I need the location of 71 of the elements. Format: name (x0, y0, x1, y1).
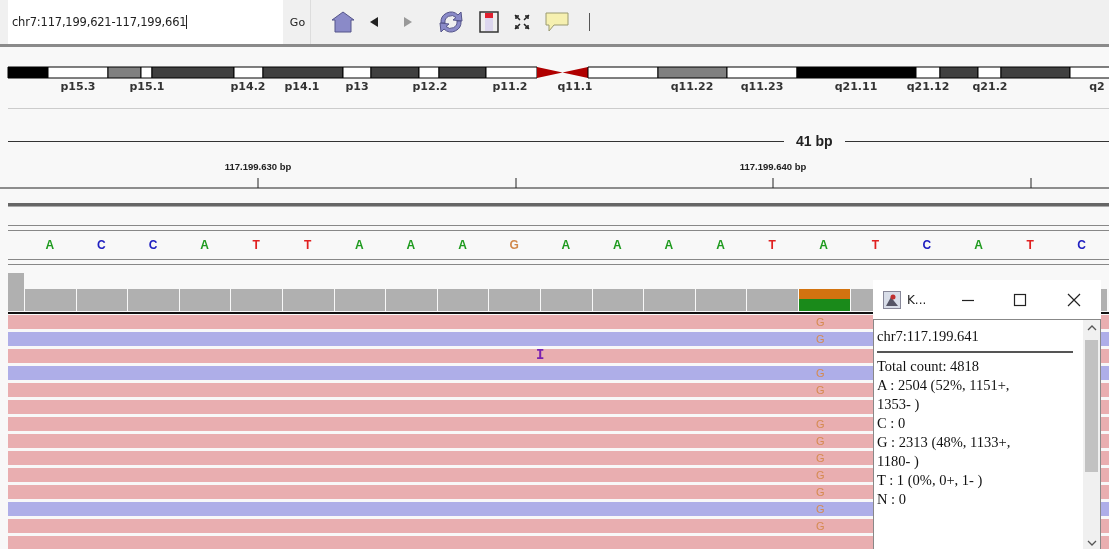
scroll-down-icon[interactable] (1086, 539, 1097, 547)
mismatch-base: G (816, 315, 825, 329)
base-letter: C (96, 238, 107, 252)
count-line: A : 2504 (52%, 1151+, 1353- ) (877, 375, 1011, 414)
base-letter: A (663, 238, 675, 252)
base-letter: A (199, 238, 210, 252)
base-letter: T (870, 238, 880, 252)
count-line: C : 0 (877, 413, 907, 433)
home-icon[interactable] (331, 11, 355, 33)
resize-icon[interactable] (513, 13, 531, 31)
base-letter: A (715, 238, 726, 252)
band-label: q21.11 (834, 80, 878, 93)
window-title: K... (907, 292, 928, 307)
mismatch-base: G (816, 434, 825, 448)
band-label: p11.2 (492, 80, 528, 93)
band-label: q21.12 (906, 80, 950, 93)
close-icon[interactable] (1067, 292, 1081, 307)
base-letter: A (612, 238, 623, 252)
base-letter: A (44, 238, 56, 252)
refresh-icon[interactable] (437, 9, 465, 35)
base-letter: C (1076, 238, 1087, 252)
mismatch-base: G (816, 383, 825, 397)
locus-field[interactable]: chr7:117,199,621-117,199,661 (8, 0, 283, 44)
base-letter: C (921, 238, 933, 252)
band-label: q11.1 (557, 80, 593, 93)
count-line: G : 2313 (48%, 1133+, 1180- ) (877, 432, 1012, 471)
base-letter: A (973, 238, 984, 252)
band-label: q11.23 (740, 80, 784, 93)
base-letter: G (508, 238, 520, 252)
count-line: T : 1 (0%, 0+, 1- ) (877, 470, 984, 490)
count-line: Total count: 4818 (877, 356, 981, 376)
mismatch-base: G (816, 451, 825, 465)
base-letter: C (147, 238, 159, 252)
locus-heading: chr7:117.199.641 (877, 327, 980, 346)
mismatch-base: G (816, 366, 825, 380)
tick-label: 117.199.630 bp (224, 161, 292, 172)
mismatch-base: G (816, 485, 825, 499)
base-letter: A (560, 238, 572, 252)
base-letter: A (457, 238, 468, 252)
scrollbar[interactable] (1083, 320, 1100, 549)
mismatch-base: G (816, 519, 825, 533)
span-label: 41 bp (795, 133, 834, 149)
maximize-icon[interactable] (1013, 292, 1027, 307)
base-letter: A (405, 238, 417, 252)
base-letter: A (354, 238, 365, 252)
mismatch-base: G (816, 502, 825, 516)
base-letter: T (767, 238, 777, 252)
band-label: p14.2 (230, 80, 266, 93)
band-label: q11.22 (670, 80, 714, 93)
mismatch-base: G (816, 468, 825, 482)
scroll-up-icon[interactable] (1086, 324, 1097, 332)
mismatch-base: G (816, 332, 825, 346)
tick-label: 117.199.640 bp (739, 161, 807, 172)
scroll-thumb[interactable] (1085, 340, 1098, 472)
base-letter: T (251, 238, 261, 252)
band-label: q2 (1089, 80, 1105, 93)
band-label: p13 (345, 80, 369, 93)
base-letter: T (1025, 238, 1035, 252)
band-label: p15.3 (60, 80, 96, 93)
band-label: p15.1 (129, 80, 165, 93)
band-label: p14.1 (284, 80, 320, 93)
back-icon[interactable] (369, 16, 379, 28)
base-letter: A (818, 238, 830, 252)
mismatch-base: G (816, 417, 825, 431)
app-icon (883, 290, 901, 309)
insertion-mark: I (536, 348, 545, 363)
band-label: p12.2 (412, 80, 448, 93)
count-line: N : 0 (877, 489, 907, 509)
region-icon[interactable] (479, 11, 499, 33)
base-letter: T (303, 238, 313, 252)
band-label: q21.2 (972, 80, 1008, 93)
